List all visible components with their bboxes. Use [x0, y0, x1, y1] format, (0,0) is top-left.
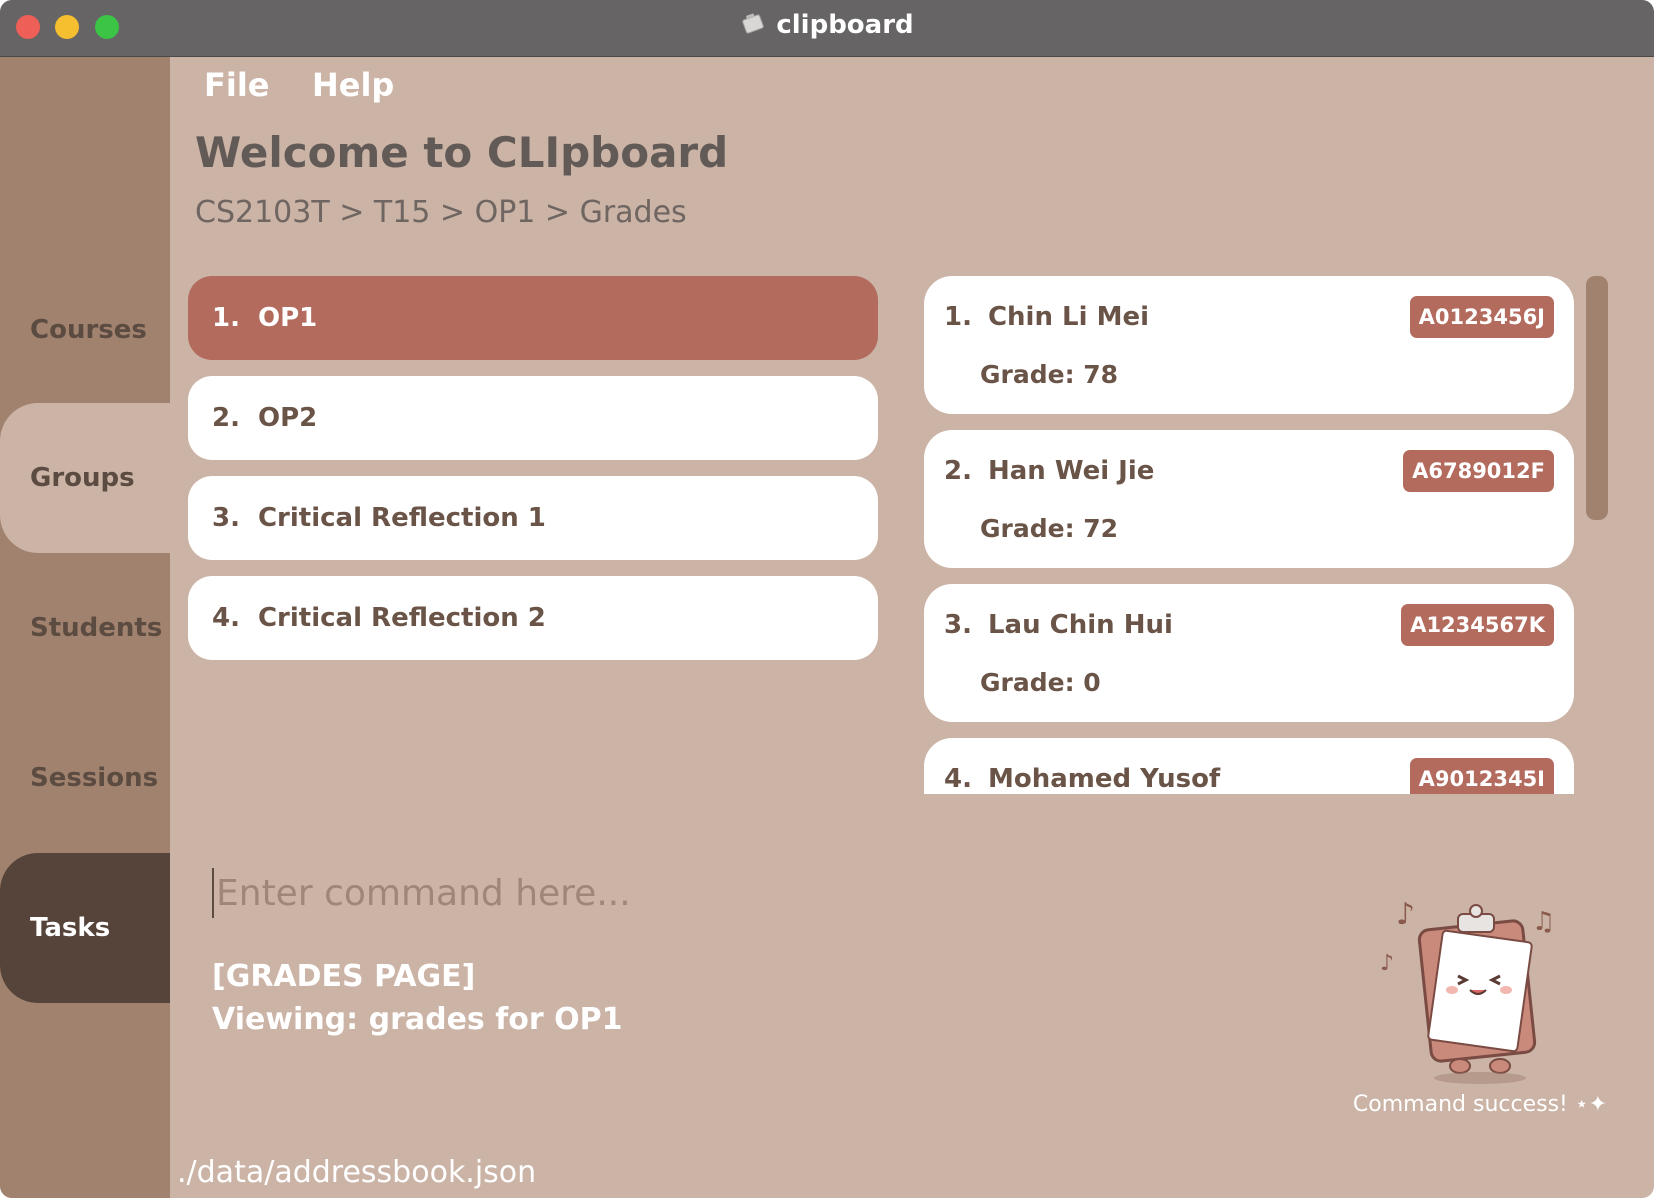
- group-item-name: Critical Reflection 2: [257, 603, 546, 633]
- student-name-row: 1. Chin Li Mei: [944, 302, 1149, 332]
- student-grade-card[interactable]: 2. Han Wei Jie A6789012F Grade: 72: [924, 430, 1574, 568]
- status-filepath: ./data/addressbook.json: [177, 1155, 537, 1190]
- sidebar-item-students[interactable]: Students: [0, 553, 170, 703]
- menu-help[interactable]: Help: [312, 66, 394, 104]
- menu-bar: File Help: [204, 66, 432, 104]
- command-input[interactable]: [212, 866, 1216, 920]
- group-item-critical-reflection-1[interactable]: 3. Critical Reflection 1: [188, 476, 878, 560]
- student-number: 4.: [944, 764, 972, 794]
- grade-list[interactable]: 1. Chin Li Mei A0123456J Grade: 78 2. Han …: [924, 276, 1574, 794]
- sidebar-item-sessions[interactable]: Sessions: [0, 703, 170, 853]
- svg-text:♪: ♪: [1380, 951, 1394, 976]
- svg-text:♪: ♪: [1396, 897, 1415, 932]
- window-title-text: clipboard: [776, 10, 914, 40]
- group-item-op1[interactable]: 1. OP1: [188, 276, 878, 360]
- clipboard-mascot-icon: ♪ ♫ ♪: [1380, 897, 1555, 1084]
- student-name: Chin Li Mei: [987, 302, 1149, 332]
- student-grade: Grade: 78: [980, 360, 1119, 389]
- group-item-op2[interactable]: 2. OP2: [188, 376, 878, 460]
- student-id-badge: A6789012F: [1403, 450, 1554, 492]
- svg-text:♫: ♫: [1532, 907, 1555, 937]
- page-title: Welcome to CLIpboard: [195, 128, 729, 177]
- result-line-1: [GRADES PAGE]: [212, 959, 476, 994]
- student-id-badge: A9012345I: [1409, 758, 1554, 794]
- sidebar-item-groups[interactable]: Groups: [0, 403, 170, 553]
- student-grade-card[interactable]: 1. Chin Li Mei A0123456J Grade: 78: [924, 276, 1574, 414]
- student-number: 2.: [944, 456, 972, 486]
- app-window: clipboard Courses Groups Students Sessio…: [0, 0, 1654, 1198]
- student-number: 3.: [944, 610, 972, 640]
- student-name-row: 3. Lau Chin Hui: [944, 610, 1173, 640]
- sidebar-item-label: Courses: [30, 315, 147, 345]
- sidebar-item-tasks[interactable]: Tasks: [0, 853, 170, 1003]
- sidebar: Courses Groups Students Sessions Tasks: [0, 57, 170, 1198]
- student-name: Lau Chin Hui: [987, 610, 1173, 640]
- student-grade-card[interactable]: 3. Lau Chin Hui A1234567K Grade: 0: [924, 584, 1574, 722]
- sidebar-item-courses[interactable]: Courses: [0, 255, 170, 405]
- result-line-2: Viewing: grades for OP1: [212, 1002, 623, 1037]
- student-id-badge: A0123456J: [1409, 296, 1554, 338]
- student-id-badge: A1234567K: [1401, 604, 1554, 646]
- student-grade: Grade: 72: [980, 514, 1119, 543]
- command-result: [GRADES PAGE] Viewing: grades for OP1: [212, 955, 623, 1041]
- sidebar-item-label: Sessions: [30, 763, 159, 793]
- student-name: Han Wei Jie: [987, 456, 1155, 486]
- student-name-row: 4. Mohamed Yusof: [944, 764, 1220, 794]
- student-number: 1.: [944, 302, 972, 332]
- group-item-name: OP2: [257, 403, 318, 433]
- text-caret: [212, 868, 214, 918]
- menu-file[interactable]: File: [204, 66, 270, 104]
- title-bar: clipboard: [0, 0, 1654, 57]
- group-item-number: 4.: [212, 603, 240, 633]
- student-grade: Grade: 0: [980, 668, 1101, 697]
- sidebar-item-label: Groups: [30, 463, 135, 493]
- group-item-number: 3.: [212, 503, 240, 533]
- group-item-number: 2.: [212, 403, 240, 433]
- student-name-row: 2. Han Wei Jie: [944, 456, 1154, 486]
- student-grade-card[interactable]: 4. Mohamed Yusof A9012345I: [924, 738, 1574, 794]
- sidebar-item-label: Students: [30, 613, 163, 643]
- mascot-caption: Command success! ⋆✦: [1352, 1092, 1608, 1117]
- group-item-name: OP1: [257, 303, 318, 333]
- group-item-number: 1.: [212, 303, 240, 333]
- group-item-name: Critical Reflection 1: [257, 503, 546, 533]
- group-item-critical-reflection-2[interactable]: 4. Critical Reflection 2: [188, 576, 878, 660]
- grade-list-scrollbar[interactable]: [1586, 276, 1608, 520]
- sidebar-item-label: Tasks: [30, 913, 111, 943]
- breadcrumb: CS2103T > T15 > OP1 > Grades: [195, 195, 687, 230]
- clipboard-app-icon: [742, 13, 765, 34]
- window-title: clipboard: [0, 10, 1654, 40]
- student-name: Mohamed Yusof: [987, 764, 1221, 794]
